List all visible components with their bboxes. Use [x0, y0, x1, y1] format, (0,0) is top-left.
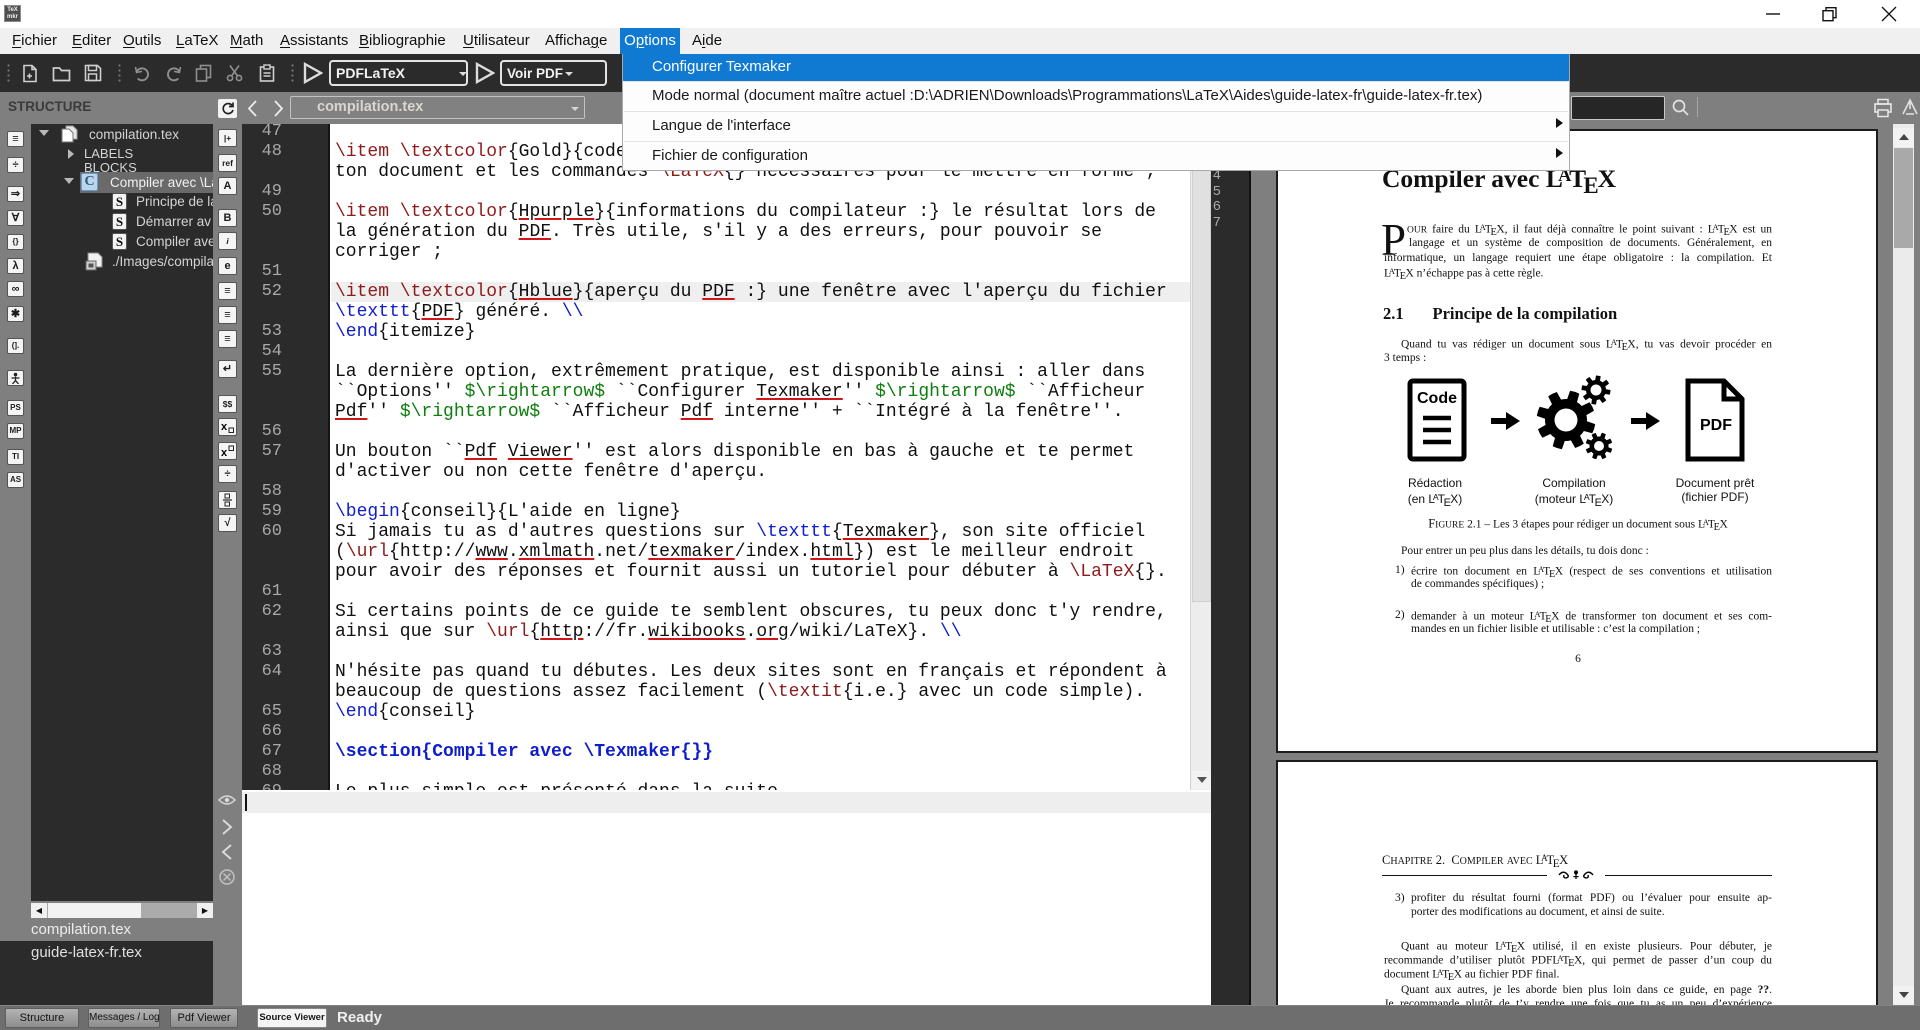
svg-text:x: x: [221, 421, 228, 433]
svg-text:x: x: [221, 447, 228, 458]
svg-text:PDF: PDF: [1700, 417, 1732, 434]
svg-text:Code: Code: [1417, 390, 1457, 407]
